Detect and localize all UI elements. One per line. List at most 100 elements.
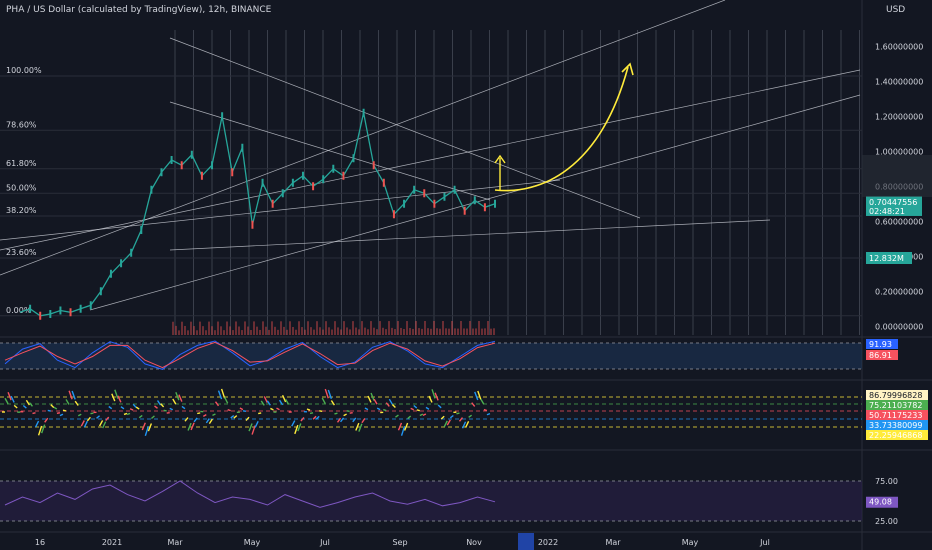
osc-wave-segment [220, 388, 226, 399]
stoch-value-label: 86.91 [869, 351, 892, 360]
volume-bar [208, 321, 210, 335]
volume-bar [187, 330, 189, 335]
osc-wave-segment [208, 418, 213, 425]
osc-wave-segment [486, 412, 491, 416]
volume-bar [334, 321, 336, 335]
time-axis-label: May [244, 538, 261, 547]
osc-wave-segment [120, 406, 125, 410]
price-tick: 0.60000000 [875, 217, 923, 226]
osc-wave-segment [123, 412, 128, 416]
osc-wave-segment [407, 415, 412, 420]
volume-bar [226, 321, 228, 335]
volume-bar [178, 330, 180, 335]
volume-bar [406, 321, 408, 335]
chart-title: PHA / US Dollar (calculated by TradingVi… [6, 5, 272, 15]
volume-bar [199, 321, 201, 335]
osc-wave-segment [90, 412, 94, 415]
volume-bar [205, 330, 207, 335]
osc-wave-segment [129, 408, 134, 411]
osc-wave-segment [37, 425, 43, 436]
osc-wave-segment [383, 408, 387, 412]
volume-bar [298, 321, 300, 335]
time-highlight [518, 533, 534, 550]
volume-bar [295, 329, 297, 335]
price-tick: 1.60000000 [875, 42, 923, 51]
time-axis-label: Mar [167, 538, 183, 547]
osc-wave-segment [422, 413, 427, 417]
fib-label: 78.60% [6, 120, 37, 129]
volume-bar [460, 321, 462, 335]
volume-bar [304, 329, 306, 335]
price-series-line [19, 112, 496, 317]
time-axis-label: Sep [392, 538, 407, 547]
osc-wave-segment [434, 392, 439, 401]
volume-bar [457, 328, 459, 335]
osc-wave-segment [352, 417, 357, 423]
volume-bar [391, 327, 393, 335]
volume-bar [259, 329, 261, 335]
time-axis-label: 2021 [102, 538, 122, 547]
osc-wave-segment [480, 398, 485, 405]
osc-value-label: 75.21103782 [869, 401, 922, 410]
osc-wave-segment [59, 413, 64, 417]
osc-wave-segment [138, 414, 143, 419]
volume-bar [310, 327, 312, 335]
volume-bar [388, 321, 390, 335]
volume-bar [172, 321, 174, 335]
time-axis-label: May [682, 538, 699, 547]
osc-wave-segment [334, 412, 338, 415]
trend-line [169, 219, 771, 251]
osc-wave-segment [132, 403, 137, 408]
osc-wave-segment [443, 420, 448, 428]
volume-bar [250, 330, 252, 335]
osc-wave-segment [190, 422, 195, 431]
volume-bar [472, 328, 474, 335]
volume-bar [358, 329, 360, 335]
time-axis-label: Jul [319, 538, 330, 547]
fib-label: 100.00% [6, 66, 42, 75]
volume-bar [469, 321, 471, 335]
osc-wave-segment [483, 408, 488, 412]
osc-wave-segment [212, 413, 216, 417]
rsi-value-label: 49.08 [869, 498, 892, 507]
volume-bar [175, 325, 177, 335]
osc-wave-segment [62, 409, 67, 412]
volume-bar [343, 321, 345, 335]
fib-label: 61.80% [6, 159, 37, 168]
volume-bar [424, 321, 426, 335]
projection-curve [494, 66, 629, 192]
volume-bar [418, 328, 420, 335]
osc-wave-segment [474, 391, 479, 401]
volume-bar [436, 328, 438, 335]
osc-wave-segment [400, 425, 406, 436]
osc-wave-segment [227, 409, 231, 412]
volume-bar [235, 321, 237, 335]
osc-wave-segment [34, 420, 40, 428]
osc-wave-segment [446, 419, 451, 426]
osc-wave-segment [291, 420, 296, 427]
osc-wave-segment [4, 397, 9, 405]
volume-bar [307, 321, 309, 335]
volume-bar [337, 327, 339, 335]
volume-bar [301, 327, 303, 335]
volume-bar [253, 321, 255, 335]
price-badge-value: 0.70447556 [869, 198, 917, 207]
volume-bar [373, 327, 375, 335]
volume-bar [376, 329, 378, 335]
volume-bar [241, 330, 243, 335]
stoch-value-label: 91.93 [869, 340, 892, 349]
osc-wave-segment [281, 394, 287, 403]
osc-wave-segment [77, 413, 82, 417]
osc-wave-segment [254, 420, 259, 428]
osc-wave-segment [437, 404, 442, 409]
volume-bar [487, 321, 489, 335]
osc-wave-segment [233, 415, 238, 419]
time-axis-label: Mar [605, 538, 621, 547]
chart-canvas[interactable]: 100.00% 78.60% 61.80% 50.00% 38.20% 23.60% 0.0… [0, 0, 932, 550]
fib-label: 38.20% [6, 206, 37, 215]
volume-bar [256, 326, 258, 335]
osc-wave-segment [456, 412, 460, 415]
osc-wave-segment [391, 403, 396, 408]
volume-bar [430, 328, 432, 335]
volume-bar [283, 326, 285, 335]
